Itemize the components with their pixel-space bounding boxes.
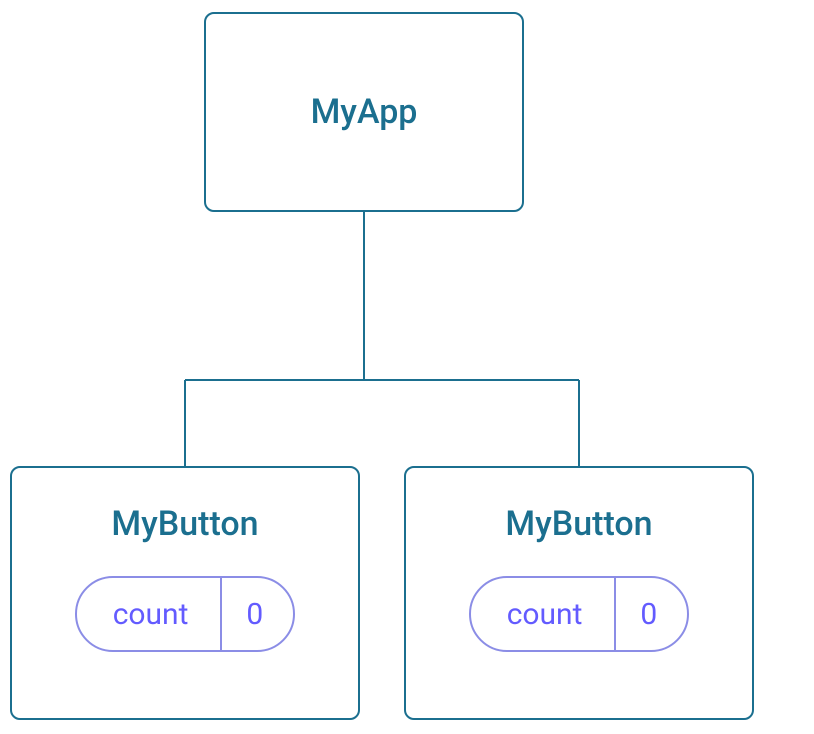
state-pill-right-label: count [471,578,617,650]
root-node-myapp: MyApp [204,12,524,212]
state-pill-right: count 0 [469,576,690,652]
root-node-title: MyApp [311,92,418,132]
child-node-right: MyButton count 0 [404,466,754,720]
state-pill-left: count 0 [75,576,296,652]
state-pill-right-value: 0 [616,578,687,650]
state-pill-left-value: 0 [222,578,293,650]
state-pill-left-label: count [77,578,223,650]
child-node-right-title: MyButton [505,504,652,544]
child-node-left: MyButton count 0 [10,466,360,720]
child-node-left-title: MyButton [111,504,258,544]
